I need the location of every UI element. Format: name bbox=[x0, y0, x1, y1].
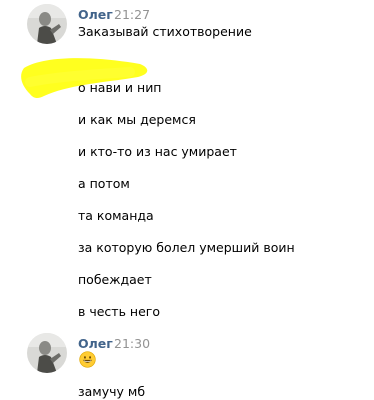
message-line: и как мы деремся bbox=[78, 112, 196, 127]
avatar[interactable] bbox=[27, 333, 67, 373]
message-timestamp[interactable]: 21:30 bbox=[114, 336, 150, 351]
message-line: и кто-то из нас умирает bbox=[78, 144, 237, 159]
grinning-face-emoji-icon bbox=[79, 351, 96, 368]
message-line: та команда bbox=[78, 208, 154, 223]
message-author[interactable]: Олег bbox=[78, 336, 113, 351]
message-line: Заказывай стихотворение bbox=[78, 24, 252, 39]
message-line: побеждает bbox=[78, 272, 152, 287]
message-line: в честь него bbox=[78, 304, 160, 319]
message-timestamp[interactable]: 21:27 bbox=[114, 7, 150, 22]
message-line: а потом bbox=[78, 176, 130, 191]
avatar[interactable] bbox=[27, 4, 67, 44]
message-author[interactable]: Олег bbox=[78, 7, 113, 22]
message-line: замучу мб bbox=[78, 384, 146, 399]
message-line: о нави и нип bbox=[78, 80, 162, 95]
message-line: за которую болел умерший воин bbox=[78, 240, 295, 255]
